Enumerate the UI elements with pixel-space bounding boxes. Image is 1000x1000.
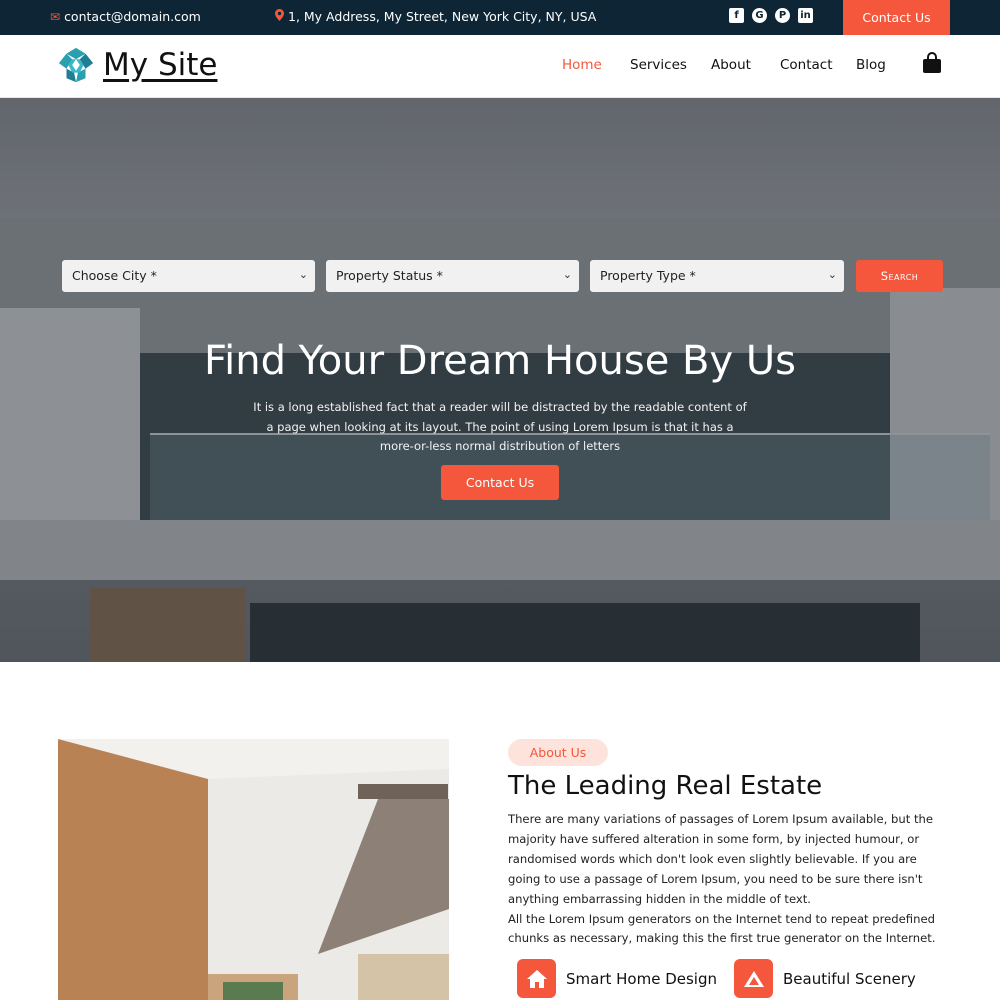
- property-type-value: Property Type *: [600, 268, 696, 283]
- city-select[interactable]: Choose City * ⌄: [62, 260, 315, 292]
- topbar-contact-button[interactable]: Contact Us: [843, 0, 950, 35]
- address-text: 1, My Address, My Street, New York City,…: [288, 9, 597, 24]
- nav-home[interactable]: Home: [562, 57, 602, 73]
- top-bar: ✉ contact@domain.com 1, My Address, My S…: [0, 0, 1000, 35]
- property-status-select[interactable]: Property Status * ⌄: [326, 260, 579, 292]
- feature-label: Smart Home Design: [566, 969, 717, 988]
- property-type-select[interactable]: Property Type * ⌄: [590, 260, 844, 292]
- kitchen-interior-image: [58, 739, 449, 1000]
- contact-email[interactable]: ✉ contact@domain.com: [50, 9, 201, 24]
- chevron-down-icon: ⌄: [562, 268, 572, 281]
- home-icon: [517, 959, 556, 998]
- hero-description: It is a long established fact that a rea…: [253, 400, 747, 453]
- nav-about[interactable]: About: [711, 57, 751, 73]
- site-logo[interactable]: My Site: [57, 46, 217, 84]
- about-title: The Leading Real Estate: [508, 771, 823, 801]
- nav-services[interactable]: Services: [630, 57, 687, 73]
- feature-label: Beautiful Scenery: [783, 969, 916, 988]
- linkedin-icon[interactable]: in: [798, 8, 813, 23]
- site-name: My Site: [103, 47, 218, 83]
- shopping-bag-icon[interactable]: [922, 52, 942, 74]
- envelope-icon: ✉: [50, 9, 61, 24]
- property-status-value: Property Status *: [336, 268, 443, 283]
- logo-icon: [58, 47, 94, 83]
- about-us-badge: About Us: [508, 739, 608, 766]
- chevron-down-icon: ⌄: [827, 268, 837, 281]
- about-description: There are many variations of passages of…: [508, 810, 938, 949]
- hero-section: Choose City * ⌄ Property Status * ⌄ Prop…: [0, 98, 1000, 662]
- nav-contact[interactable]: Contact: [780, 57, 833, 73]
- search-button[interactable]: Search: [856, 260, 943, 292]
- feature-beautiful-scenery: Beautiful Scenery: [734, 959, 916, 998]
- google-plus-icon[interactable]: G: [752, 8, 767, 23]
- social-links: f G P in: [729, 8, 813, 23]
- feature-smart-home: Smart Home Design: [517, 959, 717, 998]
- about-paragraph-2: All the Lorem Ipsum generators on the In…: [508, 911, 936, 946]
- hero-title: Find Your Dream House By Us: [204, 338, 796, 384]
- about-paragraph-1: There are many variations of passages of…: [508, 812, 933, 906]
- main-header: My Site Home Services About Contact Blog: [0, 35, 1000, 98]
- chevron-down-icon: ⌄: [298, 268, 308, 281]
- contact-address: 1, My Address, My Street, New York City,…: [275, 9, 596, 24]
- map-marker-icon: [275, 9, 284, 24]
- hero-contact-button[interactable]: Contact Us: [441, 465, 559, 500]
- city-select-value: Choose City *: [72, 268, 157, 283]
- mountain-icon: [734, 959, 773, 998]
- facebook-icon[interactable]: f: [729, 8, 744, 23]
- email-text: contact@domain.com: [64, 9, 201, 24]
- nav-blog[interactable]: Blog: [856, 57, 886, 73]
- pinterest-icon[interactable]: P: [775, 8, 790, 23]
- about-image: [58, 739, 449, 1000]
